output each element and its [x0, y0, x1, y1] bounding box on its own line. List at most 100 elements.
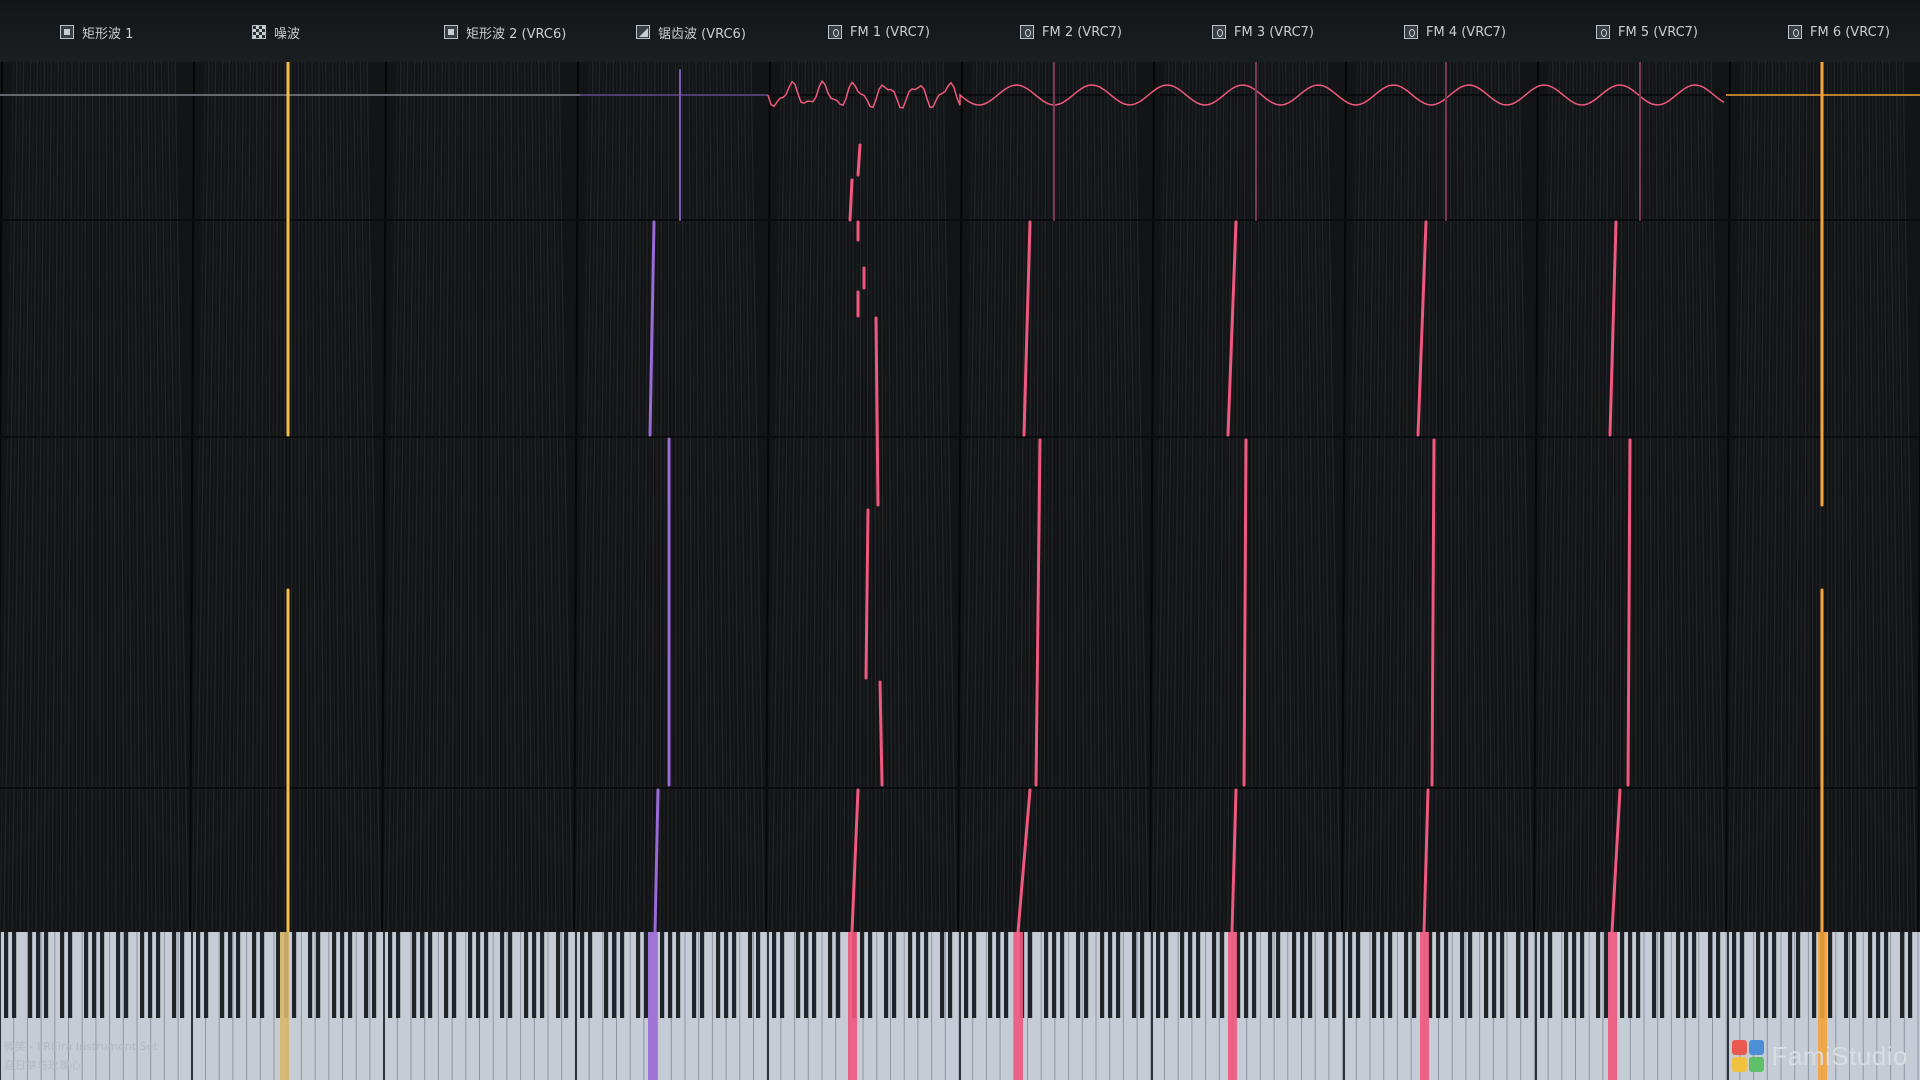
note-lane — [482, 61, 485, 933]
square-wave-icon — [444, 25, 458, 39]
piano-black-key — [28, 932, 33, 1018]
piano-black-key — [668, 932, 673, 1018]
fm-note — [1626, 438, 1632, 787]
note-visualization — [0, 60, 1920, 1080]
piano-black-key — [316, 932, 321, 1018]
piano-black-key — [36, 932, 41, 1018]
piano-black-key — [1492, 932, 1497, 1018]
piano-black-key — [364, 932, 369, 1018]
piano-black-key — [1540, 932, 1545, 1018]
piano-black-key — [660, 932, 665, 1018]
piano-black-key — [540, 932, 545, 1018]
song-credit-line1: 微笑 - FREira Instrument Set — [4, 1040, 158, 1053]
channel-name: 锯齿波 (VRC6) — [658, 26, 746, 42]
piano-black-key — [1356, 932, 1361, 1018]
channel-label-6: FM 2 (VRC7) — [1020, 22, 1122, 42]
piano-black-key — [1684, 932, 1689, 1018]
note-lane — [674, 61, 677, 933]
piano-black-key — [588, 932, 593, 1018]
piano-black-key — [484, 932, 489, 1018]
piano-black-key — [1220, 932, 1225, 1018]
piano-black-key — [1676, 932, 1681, 1018]
piano-black-key — [1572, 932, 1577, 1018]
piano-black-key — [4, 932, 9, 1018]
piano-black-key — [1132, 932, 1137, 1018]
channel-name: FM 2 (VRC7) — [1042, 24, 1122, 40]
piano-black-key — [340, 932, 345, 1018]
piano-black-key — [372, 932, 377, 1018]
piano-black-key — [780, 932, 785, 1018]
piano-black-key — [1812, 932, 1817, 1018]
piano-black-key — [860, 932, 865, 1018]
piano-black-key — [1740, 932, 1745, 1018]
note-lane — [1250, 61, 1253, 933]
piano-black-key — [964, 932, 969, 1018]
channel-label-5: FM 1 (VRC7) — [828, 22, 930, 42]
piano-black-key — [476, 932, 481, 1018]
piano-black-key — [236, 932, 241, 1018]
piano-black-key — [1244, 932, 1249, 1018]
piano-black-key — [1500, 932, 1505, 1018]
piano-black-key — [1732, 932, 1737, 1018]
piano-black-key — [692, 932, 697, 1018]
active-piano-key — [848, 932, 857, 1080]
piano-black-key — [892, 932, 897, 1018]
piano-black-key — [636, 932, 641, 1018]
piano-black-key — [60, 932, 65, 1018]
song-credit-line2: 自日梦与玫瑰心 — [4, 1059, 81, 1072]
piano-black-key — [620, 932, 625, 1018]
piano-black-key — [1276, 932, 1281, 1018]
active-piano-key — [280, 932, 289, 1080]
piano-black-key — [1412, 932, 1417, 1018]
fm1-note — [856, 143, 862, 177]
piano-black-key — [1084, 932, 1089, 1018]
channel-name: FM 6 (VRC7) — [1810, 24, 1890, 40]
piano-black-key — [1852, 932, 1857, 1018]
piano-black-key — [1868, 932, 1873, 1018]
piano-black-key — [1580, 932, 1585, 1018]
piano-black-key — [428, 932, 433, 1018]
piano-black-key — [308, 932, 313, 1018]
piano-black-key — [84, 932, 89, 1018]
piano-black-key — [396, 932, 401, 1018]
piano-black-key — [1828, 932, 1833, 1018]
piano-black-key — [924, 932, 929, 1018]
piano-black-key — [1156, 932, 1161, 1018]
piano-black-key — [988, 932, 993, 1018]
famistudio-logo: FamiStudio — [1731, 1040, 1909, 1072]
piano-black-key — [1292, 932, 1297, 1018]
channel-name: 噪波 — [274, 26, 301, 42]
piano-black-key — [276, 932, 281, 1018]
piano-black-key — [804, 932, 809, 1018]
channel-label-9: FM 5 (VRC7) — [1596, 22, 1698, 42]
channel-label-4: 锯齿波 (VRC6) — [636, 22, 746, 42]
piano-black-key — [1884, 932, 1889, 1018]
piano-black-key — [1044, 932, 1049, 1018]
piano-black-key — [748, 932, 753, 1018]
piano-black-key — [884, 932, 889, 1018]
piano-black-key — [604, 932, 609, 1018]
fm1-note — [848, 178, 854, 222]
piano-black-key — [1788, 932, 1793, 1018]
piano-black-key — [1844, 932, 1849, 1018]
piano-black-key — [1444, 932, 1449, 1018]
piano-black-key — [1076, 932, 1081, 1018]
channel-label-10: FM 6 (VRC7) — [1788, 22, 1890, 42]
piano-black-key — [68, 932, 73, 1018]
channel-label-7: FM 3 (VRC7) — [1212, 22, 1314, 42]
piano-black-key — [1140, 932, 1145, 1018]
piano-black-key — [196, 932, 201, 1018]
piano-black-key — [1308, 932, 1313, 1018]
fm-icon — [1788, 25, 1802, 39]
channel-name: FM 4 (VRC7) — [1426, 24, 1506, 40]
fm-icon — [1596, 25, 1610, 39]
piano-black-key — [1692, 932, 1697, 1018]
note-lane — [1442, 61, 1445, 933]
piano-black-key — [1604, 932, 1609, 1018]
piano-black-key — [1564, 932, 1569, 1018]
piano-black-key — [228, 932, 233, 1018]
piano-black-key — [1628, 932, 1633, 1018]
active-piano-key — [1014, 932, 1023, 1080]
noise-icon — [252, 25, 266, 39]
piano-black-key — [532, 932, 537, 1018]
